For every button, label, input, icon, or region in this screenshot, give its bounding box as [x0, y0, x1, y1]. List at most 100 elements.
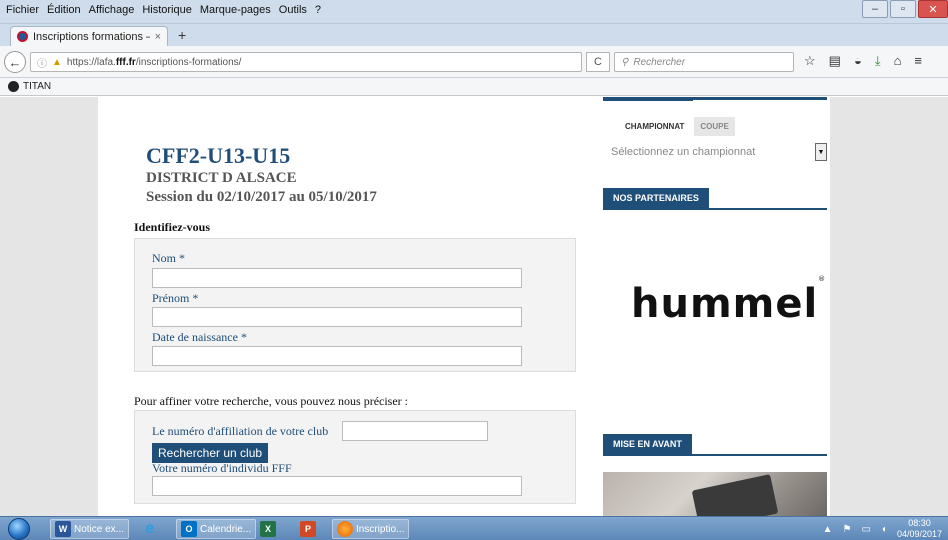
- maximize-icon[interactable]: ▫: [890, 0, 916, 18]
- info-icon[interactable]: ⓘ: [37, 55, 47, 70]
- taskbar-outlook-label: Calendrie...: [200, 523, 252, 535]
- firefox-icon: [337, 521, 353, 537]
- tab-coupe[interactable]: COUPE: [694, 117, 735, 136]
- close-window-icon[interactable]: ✕: [918, 0, 948, 18]
- taskbar-item-ie[interactable]: e: [138, 519, 162, 539]
- excel-icon: X: [260, 521, 276, 537]
- url-text: https://lafa.fff.fr/inscriptions-formati…: [66, 56, 242, 68]
- network-icon[interactable]: ▭: [861, 524, 870, 535]
- new-tab-button[interactable]: +: [178, 27, 186, 43]
- taskbar-item-powerpoint[interactable]: P: [296, 519, 320, 539]
- sidebar: CHAMPIONNAT COUPE Sélectionnez un champi…: [603, 97, 830, 516]
- fff-favicon-icon: [17, 31, 28, 42]
- chevron-down-icon[interactable]: ▼: [815, 143, 827, 161]
- pocket-icon[interactable]: ◒: [854, 53, 862, 69]
- menu-marque-pages[interactable]: Marque-pages: [200, 4, 271, 16]
- menu-fichier[interactable]: Fichier: [6, 4, 39, 16]
- identify-heading: Identifiez-vous: [134, 220, 210, 234]
- clock[interactable]: 08:30 04/09/2017: [897, 518, 942, 540]
- menu-icon[interactable]: ≡: [914, 53, 922, 69]
- hummel-logo[interactable]: hummel®: [631, 275, 826, 327]
- ie-icon: e: [145, 520, 155, 537]
- taskbar-item-firefox[interactable]: Inscriptio...: [332, 519, 410, 539]
- nom-label: Nom *: [152, 251, 185, 265]
- identity-panel: Nom * Prénom * Date de naissance *: [134, 238, 576, 372]
- back-button[interactable]: ←: [4, 51, 26, 73]
- club-panel: Le numéro d'affiliation de votre club Re…: [134, 410, 576, 504]
- naissance-label: Date de naissance *: [152, 330, 247, 344]
- partners-heading-label: NOS PARTENAIRES: [603, 188, 709, 208]
- championnat-select[interactable]: Sélectionnez un championnat ▼: [611, 141, 827, 163]
- reload-button[interactable]: C: [586, 52, 610, 72]
- system-tray: ▲ ⚑ ▭ ◖ 08:30 04/09/2017: [823, 517, 948, 540]
- menu-outils[interactable]: Outils: [279, 4, 307, 16]
- taskbar-item-excel[interactable]: X: [256, 519, 280, 539]
- page-viewport: CFF2-U13-U15 DISTRICT D ALSACE Session d…: [0, 97, 948, 516]
- title-bar: Fichier Édition Affichage Historique Mar…: [0, 0, 948, 24]
- clock-date: 04/09/2017: [896, 529, 942, 539]
- outlook-icon: O: [181, 521, 197, 537]
- session-dates: Session du 02/10/2017 au 05/10/2017: [146, 189, 377, 205]
- taskbar-word-label: Notice ex...: [74, 523, 125, 535]
- search-club-button[interactable]: Rechercher un club: [152, 443, 269, 463]
- search-placeholder: Rechercher: [633, 56, 686, 68]
- volume-icon[interactable]: ◖: [881, 524, 887, 535]
- clock-time: 08:30: [908, 518, 931, 528]
- url-bar[interactable]: ⓘ ▲ https://lafa.fff.fr/inscriptions-for…: [30, 52, 582, 72]
- back-arrow-icon: ←: [8, 54, 22, 70]
- search-icon: ⚲: [621, 56, 629, 68]
- page-title: CFF2-U13-U15: [146, 143, 291, 168]
- highlight-heading-label: MISE EN AVANT: [603, 434, 692, 454]
- warning-lock-icon[interactable]: ▲: [52, 57, 62, 68]
- menu-bar: Fichier Édition Affichage Historique Mar…: [6, 4, 321, 16]
- competition-tabs: CHAMPIONNAT COUPE: [619, 117, 735, 136]
- device-image-detail: [691, 474, 779, 516]
- flag-icon[interactable]: ⚑: [842, 524, 851, 535]
- highlight-image[interactable]: [603, 472, 827, 516]
- menu-affichage[interactable]: Affichage: [89, 4, 135, 16]
- reading-list-icon[interactable]: ▤: [829, 53, 841, 69]
- tab-close-icon[interactable]: ×: [155, 31, 161, 43]
- show-hidden-icons-icon[interactable]: ▲: [823, 524, 833, 535]
- download-icon[interactable]: ⤓: [875, 53, 881, 69]
- refine-text: Pour affiner votre recherche, vous pouve…: [134, 394, 409, 408]
- affiliation-field[interactable]: [342, 421, 488, 441]
- titan-icon: [8, 81, 19, 92]
- powerpoint-icon: P: [300, 521, 316, 537]
- taskbar: W Notice ex... e O Calendrie... X P Insc…: [0, 516, 948, 540]
- prenom-field[interactable]: [152, 307, 522, 327]
- highlight-heading: MISE EN AVANT: [603, 434, 827, 456]
- sidebar-top-rule: [603, 97, 827, 101]
- championnat-select-value: Sélectionnez un championnat: [611, 146, 756, 158]
- district-name: DISTRICT D ALSACE: [146, 170, 297, 186]
- page-content: CFF2-U13-U15 DISTRICT D ALSACE Session d…: [98, 97, 830, 516]
- tab-strip: Inscriptions formations – D… × +: [0, 24, 948, 46]
- date-naissance-field[interactable]: [152, 346, 522, 366]
- word-icon: W: [55, 521, 71, 537]
- tab-inscriptions[interactable]: Inscriptions formations – D… ×: [10, 26, 168, 46]
- tab-label: Inscriptions formations – D…: [33, 30, 150, 43]
- star-icon[interactable]: ☆: [804, 53, 816, 69]
- menu-edition[interactable]: Édition: [47, 4, 81, 16]
- partners-heading: NOS PARTENAIRES: [603, 188, 827, 210]
- nom-field[interactable]: [152, 268, 522, 288]
- menu-historique[interactable]: Historique: [142, 4, 192, 16]
- home-icon[interactable]: ⌂: [894, 53, 902, 69]
- minimize-icon[interactable]: –: [862, 0, 888, 18]
- registration-form: CFF2-U13-U15 DISTRICT D ALSACE Session d…: [98, 97, 588, 516]
- tab-championnat[interactable]: CHAMPIONNAT: [619, 117, 691, 136]
- start-button[interactable]: [8, 518, 30, 540]
- bookmarks-bar: TITAN: [0, 78, 948, 96]
- individu-label: Votre numéro d'individu FFF: [152, 461, 292, 475]
- menu-aide[interactable]: ?: [315, 4, 321, 16]
- navigation-bar: ← ⓘ ▲ https://lafa.fff.fr/inscriptions-f…: [0, 46, 948, 78]
- search-input[interactable]: ⚲ Rechercher: [614, 52, 794, 72]
- taskbar-item-word[interactable]: W Notice ex...: [50, 519, 130, 539]
- individu-field[interactable]: [152, 476, 522, 496]
- affiliation-label: Le numéro d'affiliation de votre club: [152, 424, 329, 438]
- toolbar-icons: ☆ ▤ ◒ ⤓ ⌂ ≡: [804, 53, 922, 69]
- window-controls: – ▫ ✕: [862, 0, 948, 18]
- bookmark-titan[interactable]: TITAN: [23, 81, 51, 92]
- taskbar-item-outlook[interactable]: O Calendrie...: [176, 519, 257, 539]
- prenom-label: Prénom *: [152, 291, 199, 305]
